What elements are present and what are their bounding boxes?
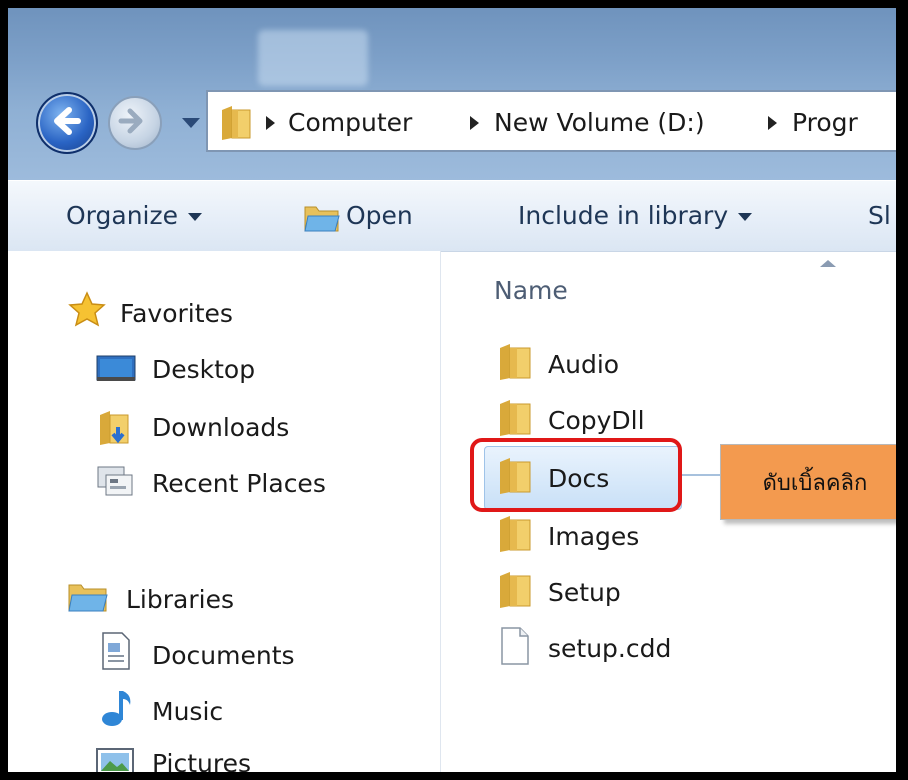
- breadcrumb-program[interactable]: Progr: [792, 108, 858, 137]
- file-item-audio[interactable]: Audio: [548, 350, 619, 379]
- highlight-box: [470, 438, 682, 512]
- forward-arrow-icon: [118, 108, 143, 134]
- title-glow: [258, 30, 368, 86]
- explorer-window: Computer New Volume (D:) Progr Organize …: [8, 8, 896, 772]
- libraries-icon: [68, 584, 108, 612]
- documents-icon: [102, 632, 130, 670]
- nav-libraries[interactable]: Libraries: [126, 585, 234, 614]
- chevron-down-icon: [188, 213, 202, 221]
- pictures-icon: [96, 748, 134, 772]
- downloads-folder-icon: [100, 411, 129, 445]
- file-item-setup-cdd[interactable]: setup.cdd: [548, 634, 671, 663]
- file-icon: [501, 627, 529, 665]
- folder-icon: [500, 516, 531, 552]
- breadcrumb-computer[interactable]: Computer: [288, 108, 412, 137]
- breadcrumb-separator-icon[interactable]: [266, 116, 275, 130]
- nav-recent-places[interactable]: Recent Places: [152, 469, 326, 498]
- include-in-library-button[interactable]: Include in library: [518, 201, 753, 230]
- open-button[interactable]: Open: [346, 201, 413, 230]
- music-icon: [102, 691, 131, 726]
- nav-documents[interactable]: Documents: [152, 641, 295, 670]
- nav-favorites[interactable]: Favorites: [120, 299, 233, 328]
- double-click-callout: ดับเบิ้ลคลิก: [720, 444, 896, 520]
- breadcrumb-separator-icon[interactable]: [470, 116, 479, 130]
- sort-ascending-icon: [820, 260, 836, 267]
- forward-button[interactable]: [108, 96, 162, 150]
- address-bar[interactable]: Computer New Volume (D:) Progr: [206, 90, 896, 152]
- column-header-name[interactable]: Name: [494, 276, 568, 305]
- desktop-icon: [96, 355, 136, 381]
- nav-music[interactable]: Music: [152, 697, 223, 726]
- command-bar: Organize Open Include in library Sl: [8, 180, 896, 252]
- folder-icon: [222, 106, 251, 140]
- organize-label: Organize: [66, 201, 178, 230]
- chevron-down-icon: [738, 213, 753, 221]
- back-arrow-icon: [54, 107, 81, 135]
- star-icon: [68, 291, 106, 327]
- recent-places-icon: [97, 466, 133, 496]
- nav-pictures[interactable]: Pictures: [152, 749, 251, 772]
- open-folder-icon: [304, 206, 340, 232]
- file-item-images[interactable]: Images: [548, 522, 639, 551]
- file-item-copydll[interactable]: CopyDll: [548, 406, 645, 435]
- nav-downloads[interactable]: Downloads: [152, 413, 289, 442]
- recent-pages-dropdown-icon[interactable]: [182, 118, 200, 128]
- back-button[interactable]: [36, 92, 98, 154]
- navigation-pane: Favorites Desktop Downloads Recent Place…: [8, 251, 441, 772]
- folder-icon: [500, 572, 531, 608]
- folder-icon: [500, 344, 531, 380]
- folder-icon: [500, 400, 531, 436]
- breadcrumb-new-volume[interactable]: New Volume (D:): [494, 108, 705, 137]
- organize-button[interactable]: Organize: [66, 201, 202, 230]
- include-in-library-label: Include in library: [518, 201, 729, 230]
- title-bar: Computer New Volume (D:) Progr: [8, 8, 896, 180]
- breadcrumb-separator-icon[interactable]: [768, 116, 777, 130]
- nav-desktop[interactable]: Desktop: [152, 355, 255, 384]
- share-button[interactable]: Sl: [868, 201, 891, 230]
- file-item-setup[interactable]: Setup: [548, 578, 621, 607]
